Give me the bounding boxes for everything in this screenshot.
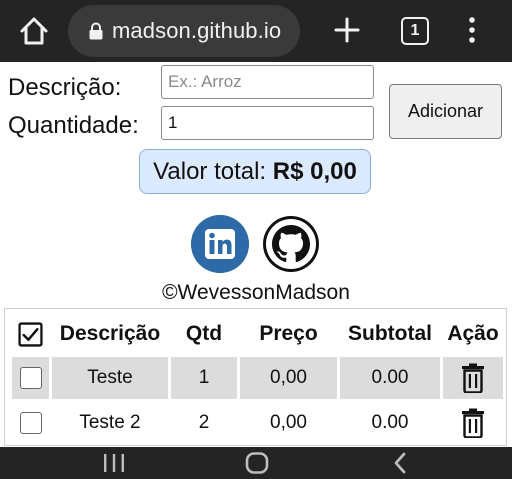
select-all-check-icon[interactable] [18, 321, 43, 347]
description-input[interactable] [161, 65, 374, 99]
credit-text: ©WevessonMadson [162, 281, 350, 304]
checkbox-icon[interactable] [19, 366, 42, 389]
row-checkbox[interactable] [12, 402, 49, 444]
header-description: Descrição [59, 322, 161, 345]
browser-toolbar: madson.github.io 1 [0, 0, 512, 62]
url-text: madson.github.io [112, 18, 282, 43]
select-all-checkbox[interactable] [12, 314, 49, 354]
lock-icon [89, 22, 103, 40]
trash-icon[interactable] [460, 363, 486, 394]
row-description: Teste [52, 357, 168, 399]
row-delete[interactable] [443, 357, 503, 399]
row-delete[interactable] [443, 402, 503, 444]
row-subtotal: 0.00 [371, 412, 409, 433]
quantity-label: Quantidade: [8, 112, 139, 139]
header-action: Ação [447, 322, 499, 345]
table-header-row: Descrição Qtd Preço Subtotal Ação [12, 314, 503, 354]
total-label: Valor total: [153, 158, 267, 185]
table-row: Teste 2 2 0,00 0.00 [12, 402, 503, 444]
home-circle-icon[interactable] [245, 452, 269, 474]
header-price: Preço [259, 322, 318, 345]
row-price: 0,00 [240, 357, 337, 399]
quantity-input[interactable] [161, 106, 374, 140]
linkedin-icon[interactable] [191, 215, 249, 273]
checkbox-icon[interactable] [19, 411, 42, 434]
row-subtotal: 0.00 [340, 357, 440, 399]
row-checkbox[interactable] [12, 357, 49, 399]
add-button[interactable]: Adicionar [389, 84, 502, 139]
items-table: Descrição Qtd Preço Subtotal Ação Teste … [9, 311, 506, 447]
row-price: 0,00 [270, 412, 307, 433]
total-value-box: Valor total: R$ 0,00 [139, 149, 371, 194]
overflow-menu-icon[interactable] [462, 14, 482, 46]
row-qty: 2 [198, 412, 210, 433]
github-icon[interactable] [262, 215, 320, 273]
address-bar[interactable]: madson.github.io [68, 5, 300, 57]
back-icon[interactable] [392, 452, 408, 474]
new-tab-plus-icon[interactable] [332, 15, 362, 45]
items-table-container: Descrição Qtd Preço Subtotal Ação Teste … [4, 308, 507, 446]
description-label: Descrição: [8, 74, 122, 101]
home-icon[interactable] [18, 15, 50, 47]
recent-apps-icon[interactable] [102, 453, 126, 473]
table-row: Teste 1 0,00 0.00 [12, 357, 503, 399]
trash-icon[interactable] [460, 408, 486, 439]
system-navigation-bar [0, 447, 512, 479]
tab-switcher-button[interactable]: 1 [401, 17, 429, 45]
row-description: Teste 2 [79, 412, 141, 433]
header-qty: Qtd [185, 322, 223, 345]
header-subtotal: Subtotal [348, 322, 432, 345]
row-qty: 1 [171, 357, 237, 399]
total-amount: R$ 0,00 [272, 158, 357, 185]
